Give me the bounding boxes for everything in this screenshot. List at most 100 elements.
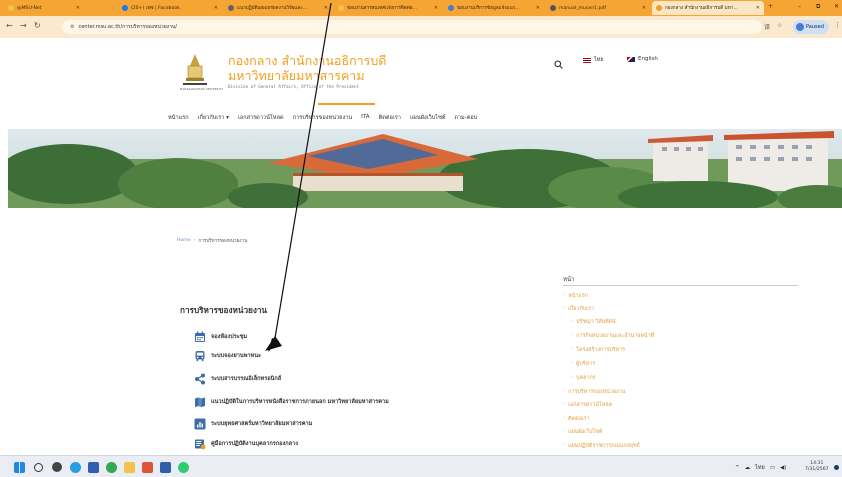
maximize-button[interactable]: ⧉: [816, 3, 820, 11]
breadcrumb-current: การบริหารของหน่วยงาน: [198, 239, 248, 244]
breadcrumb-home[interactable]: Home: [177, 238, 191, 245]
sidebar-item-about[interactable]: › เกี่ยวกับเรา: [563, 305, 594, 313]
new-tab-button[interactable]: +: [768, 3, 773, 10]
chevron-right-icon: ›: [571, 332, 574, 338]
nav-faq[interactable]: ถาม-ตอบ: [455, 114, 478, 122]
close-tab-icon[interactable]: ✕: [324, 5, 328, 11]
volume-icon[interactable]: ◀): [780, 465, 786, 471]
chevron-up-icon[interactable]: ^: [735, 465, 740, 471]
nav-contact[interactable]: ติดต่อเรา: [379, 114, 401, 122]
university-logo[interactable]: [183, 52, 207, 92]
list-item-meeting-room[interactable]: จองห้องประชุม: [193, 331, 247, 343]
search-icon[interactable]: [34, 463, 43, 472]
close-tab-icon[interactable]: ✕: [642, 5, 646, 11]
line-app-icon[interactable]: [178, 462, 189, 473]
nav-about[interactable]: เกี่ยวกับเรา ▾: [198, 114, 229, 122]
calendar-icon: [193, 331, 206, 343]
nav-ita[interactable]: ITA: [361, 114, 369, 122]
taskbar-clock[interactable]: 14:31 7/31/2567: [805, 461, 829, 473]
word-icon[interactable]: [160, 462, 171, 473]
close-window-button[interactable]: ✕: [834, 3, 839, 10]
sidebar-item-administration[interactable]: › การบริหารของหน่วยงาน: [563, 388, 625, 396]
avatar: [796, 23, 804, 31]
menu-icon[interactable]: ⋮: [834, 21, 841, 29]
chart-icon: [193, 418, 206, 430]
sidebar-item-structure[interactable]: › โครงสร้างการบริหาร: [571, 346, 625, 354]
sidebar-item-executives[interactable]: › ผู้บริหาร: [571, 360, 595, 368]
network-icon[interactable]: ▭: [770, 465, 775, 471]
facebook-icon: [122, 5, 128, 11]
book-icon: [193, 438, 206, 450]
chevron-right-icon: ›: [563, 415, 566, 421]
tab-msu-net[interactable]: @MSU-Net ✕: [4, 1, 84, 15]
nav-home[interactable]: หน้าแรก: [168, 114, 189, 122]
edge-browser-icon[interactable]: [70, 462, 81, 473]
site-info-icon[interactable]: ⚙: [70, 24, 74, 30]
profile-button[interactable]: Paused: [793, 20, 829, 34]
list-item-label: คู่มือการปฏิบัติงานบุคลากรกองกลาง: [211, 441, 298, 447]
tab-data-service[interactable]: ขอบงานบริการข้อมูลแจ้งแนว... ✕: [444, 1, 544, 15]
sidebar-item-label: แผนผังเว็บไซต์: [568, 429, 603, 435]
tab-label: (20+) เฟซ | Facebook: [131, 5, 180, 11]
sidebar-item-mission[interactable]: › การกิจหน่วยงานและอำนาจหน้าที่: [571, 332, 654, 340]
lang-english-link[interactable]: English: [627, 56, 658, 62]
globe-icon: [550, 5, 556, 11]
tab-guidelines[interactable]: แนวปฏิบัติเผยแพร่ผลงานวิจัยและ... ✕: [224, 1, 332, 15]
globe-icon: [228, 5, 234, 11]
list-item-vehicle-booking[interactable]: ระบบจองยานพาหนะ: [193, 350, 261, 362]
tab-manual-pdf[interactable]: manual_mucen1.pdf ✕: [546, 1, 650, 15]
tab-facebook[interactable]: (20+) เฟซ | Facebook ✕: [118, 1, 222, 15]
task-view-icon[interactable]: [52, 462, 62, 472]
sidebar-item-downloads[interactable]: › เอกสารดาวน์โหลด: [563, 401, 612, 409]
paint-icon[interactable]: [142, 462, 153, 473]
list-item-e-document[interactable]: ระบบสารบรรณอิเล็กทรอนิกส์: [193, 373, 281, 385]
language-indicator[interactable]: ไทย: [755, 464, 765, 472]
chevron-right-icon: ›: [571, 346, 574, 352]
sidebar-item-vision[interactable]: › ปรัชญา วิสัยทัศน์: [571, 318, 616, 326]
nav-sitemap[interactable]: แผนผังเว็บไซต์: [410, 114, 446, 122]
address-bar-row: ← → ↻ ⚙ center.msu.ac.th/การบริหารของหน่…: [0, 16, 842, 38]
close-tab-icon[interactable]: ✕: [76, 5, 80, 11]
cloud-icon[interactable]: ☁: [745, 465, 751, 471]
nav-downloads[interactable]: เอกสารดาวน์โหลด: [238, 114, 284, 122]
notification-icon[interactable]: [834, 465, 839, 470]
forward-icon[interactable]: →: [20, 21, 27, 30]
search-icon[interactable]: [554, 54, 563, 73]
chevron-right-icon: ›: [563, 442, 566, 448]
sidebar-item-label: ผู้บริหาร: [576, 361, 596, 367]
translate-icon[interactable]: 译: [764, 22, 770, 31]
list-item-staff-manual[interactable]: คู่มือการปฏิบัติงานบุคลากรกองกลาง: [193, 438, 298, 450]
file-explorer-icon[interactable]: [124, 462, 135, 473]
back-icon[interactable]: ←: [6, 21, 13, 30]
sidebar-item-contact[interactable]: › ติดต่อเรา: [563, 415, 590, 423]
start-windows-icon[interactable]: [14, 462, 25, 473]
breadcrumb: Home › การบริหารของหน่วยงาน: [177, 238, 247, 245]
nav-active-indicator: [318, 103, 375, 105]
nav-administration[interactable]: การบริหารของหน่วยงาน: [293, 114, 352, 122]
bookmark-star-icon[interactable]: ☆: [777, 22, 782, 29]
reload-icon[interactable]: ↻: [34, 21, 41, 30]
close-tab-icon[interactable]: ✕: [214, 5, 218, 11]
sidebar-item-plans[interactable]: › แผนปฏิบัติราชการ/แผนกลยุทธ์: [563, 442, 640, 450]
sidebar-item-label: ติดต่อเรา: [568, 416, 590, 422]
sidebar-item-label: เอกสารดาวน์โหลด: [568, 402, 613, 408]
chrome-icon[interactable]: [106, 462, 117, 473]
sidebar-item-sitemap[interactable]: › แผนผังเว็บไซต์: [563, 428, 602, 436]
site-title-line2: มหาวิทยาลัยมหาสารคาม: [228, 68, 365, 83]
store-icon[interactable]: [88, 462, 99, 473]
sidebar-item-personnel[interactable]: › บุคลากร: [571, 374, 596, 382]
tab-active-division[interactable]: กองกลาง สำนักงานอธิการบดี มหา... ✕: [652, 1, 764, 15]
sidebar-item-label: หน้าแรก: [568, 293, 589, 299]
close-tab-icon[interactable]: ✕: [536, 5, 540, 11]
chevron-right-icon: ›: [571, 360, 574, 366]
url-field[interactable]: ⚙ center.msu.ac.th/การบริหารของหน่วยงาน/: [62, 20, 762, 34]
list-item-external-letters[interactable]: แนวปฏิบัติในการบริหารหนังสือราชการภายนอก…: [193, 396, 389, 408]
tab-info-service[interactable]: ขอบงานสารสนเทศแจ้งการติดต่อ... ✕: [334, 1, 442, 15]
close-tab-icon[interactable]: ✕: [756, 5, 760, 11]
minimize-button[interactable]: –: [798, 3, 801, 10]
lang-thai-link[interactable]: ไทย: [583, 56, 604, 64]
tab-favicon-icon: [448, 5, 454, 11]
sidebar-item-home[interactable]: › หน้าแรก: [563, 292, 588, 300]
list-item-strategy-system[interactable]: ระบบยุทธศาสตร์มหาวิทยาลัยมหาสารคาม: [193, 418, 312, 430]
close-tab-icon[interactable]: ✕: [434, 5, 438, 11]
